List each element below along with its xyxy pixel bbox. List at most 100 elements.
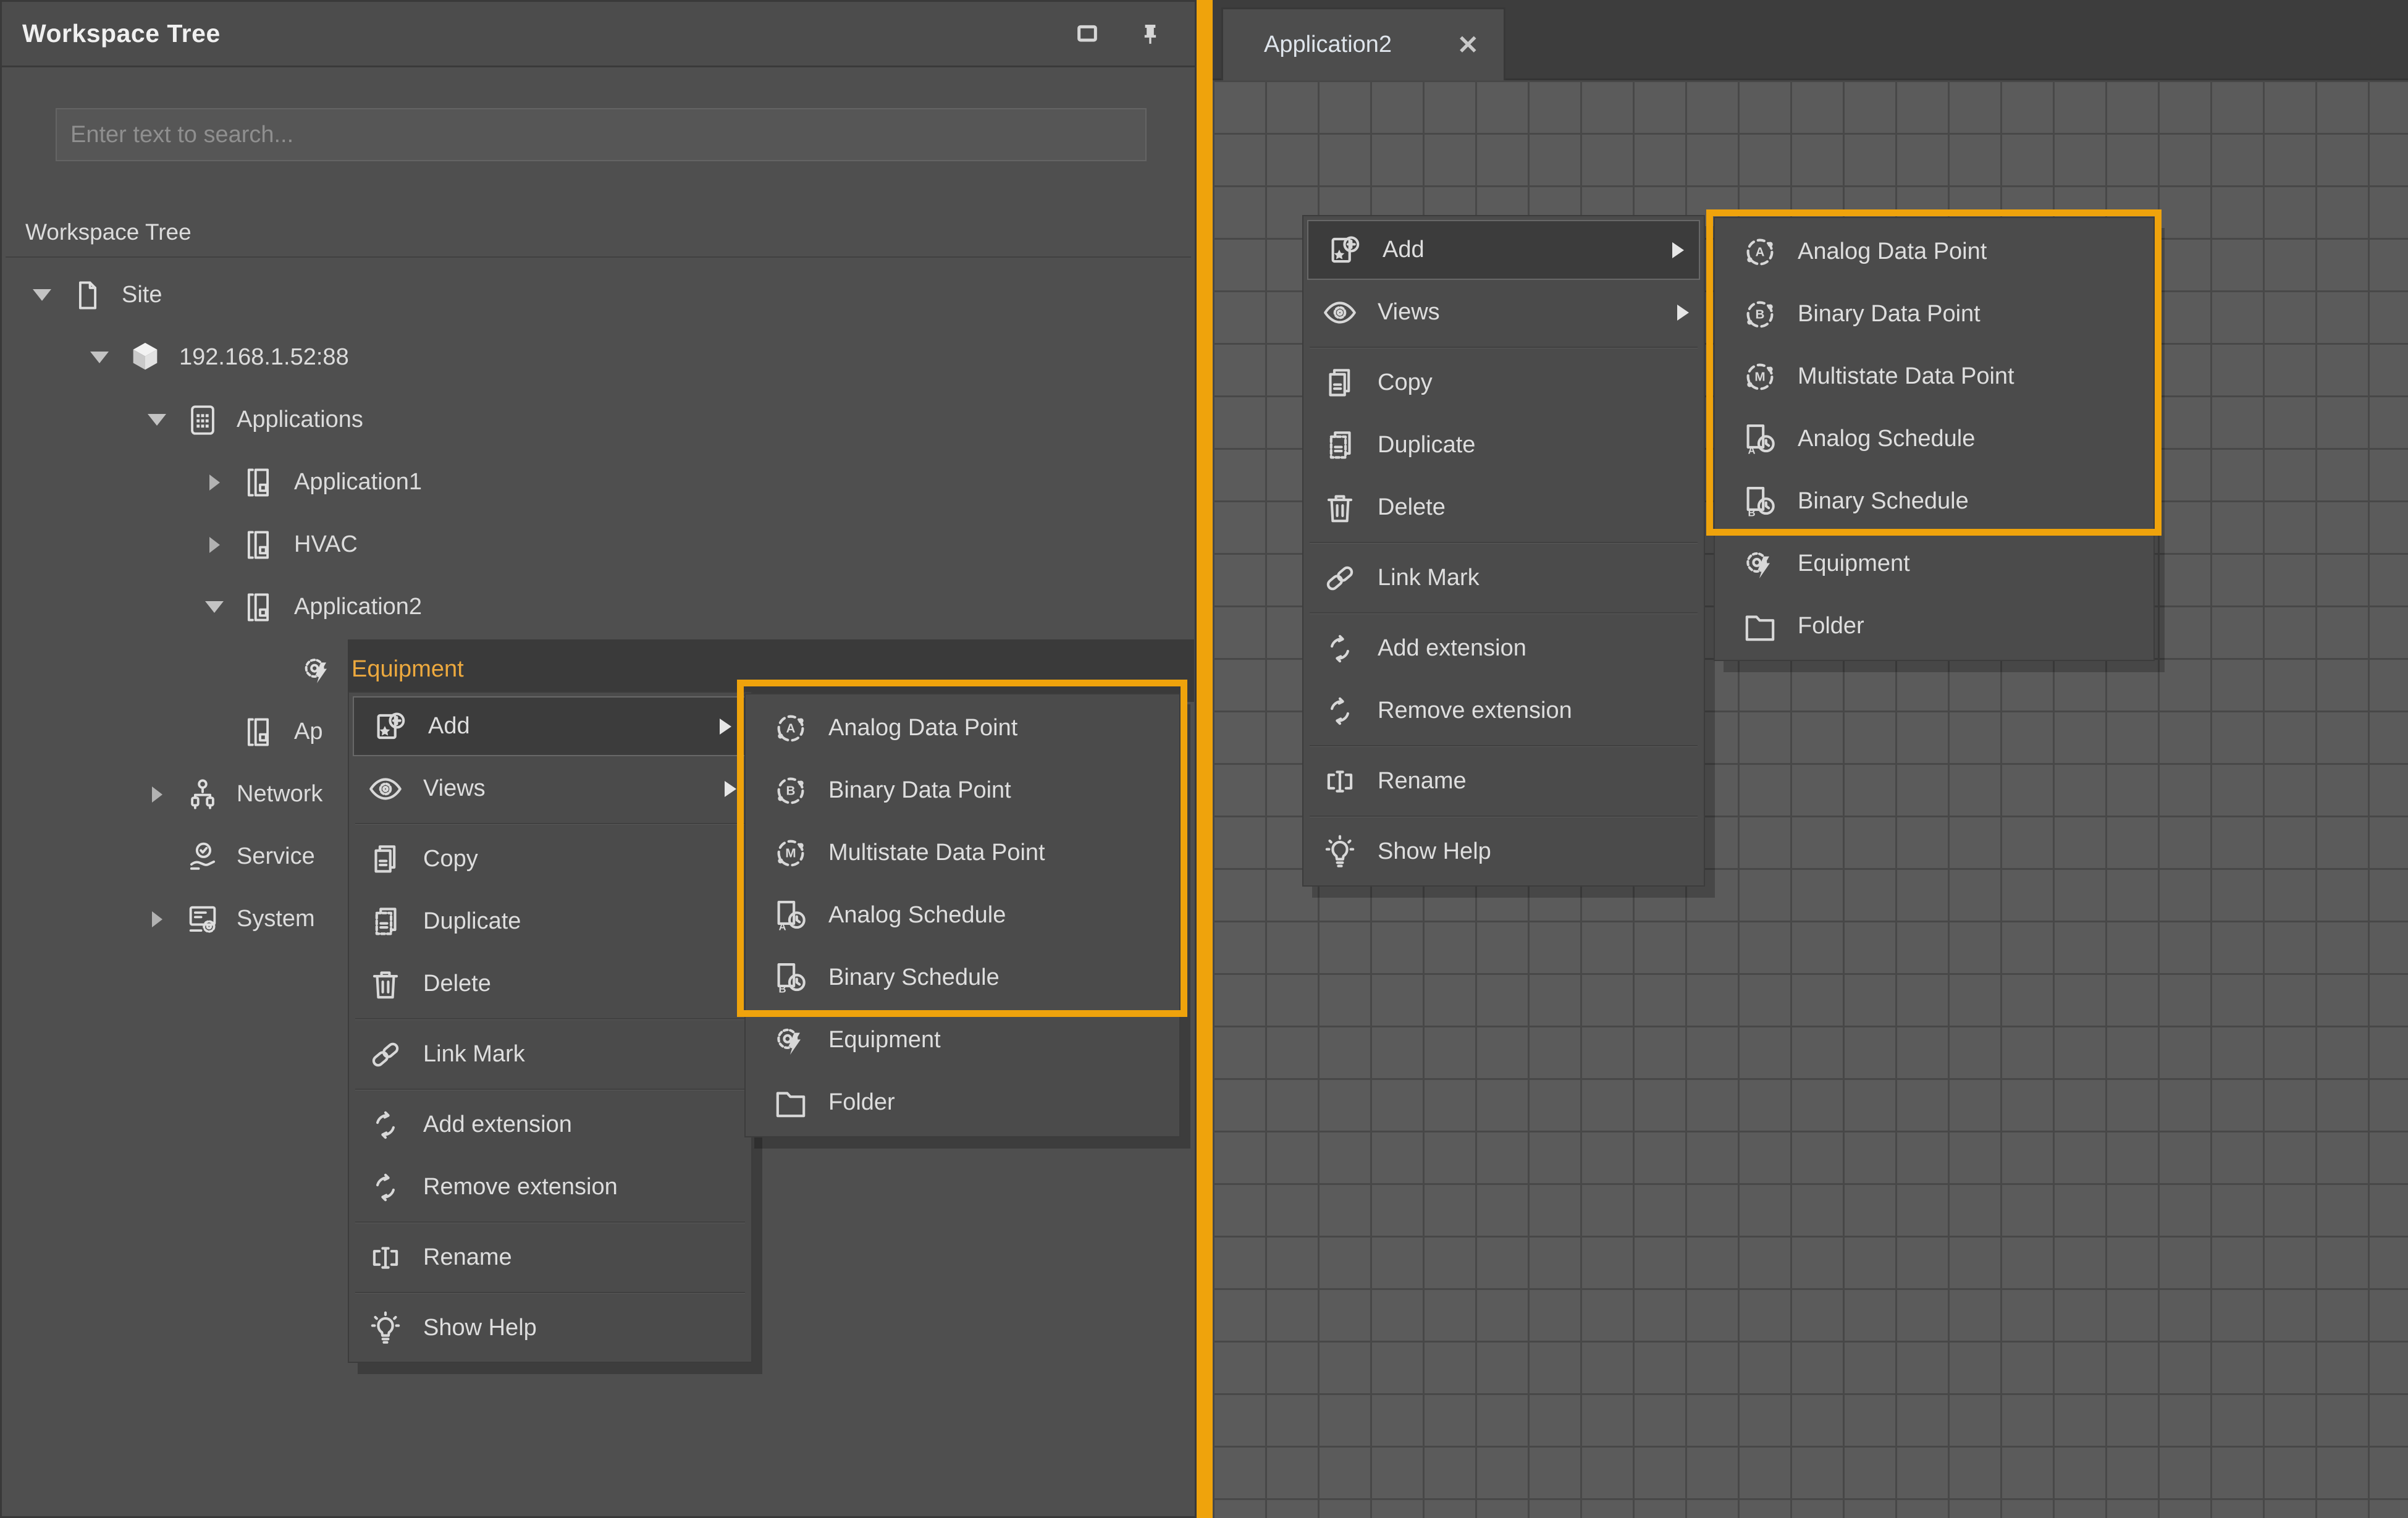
- tree-item-hvac[interactable]: HVAC: [2, 513, 1192, 576]
- tree-item-application2[interactable]: Application2: [2, 576, 1192, 638]
- submenu-item-binary-schedule[interactable]: BBinary Schedule: [1715, 470, 2153, 533]
- expander-down-icon[interactable]: [195, 601, 234, 613]
- submenu-item-label: Equipment: [1798, 550, 1910, 577]
- submenu-item-label: Binary Data Point: [828, 777, 1011, 804]
- menu-item-label: Add extension: [1378, 635, 1526, 662]
- menu-item-label: Remove extension: [1378, 698, 1572, 724]
- views-icon: [1321, 293, 1359, 332]
- menu-item-add-extension[interactable]: Add extension: [1303, 617, 1704, 680]
- submenu-item-binary-data-point[interactable]: BBinary Data Point: [1715, 283, 2153, 345]
- tree-item-label: System: [237, 906, 315, 932]
- tree-item-label: Network: [237, 781, 322, 807]
- submenu-item-equipment[interactable]: Equipment: [746, 1009, 1179, 1071]
- submenu-arrow-icon: [725, 781, 736, 797]
- menu-item-label: Duplicate: [1378, 432, 1475, 458]
- expander-right-icon[interactable]: [138, 786, 176, 803]
- expander-right-icon[interactable]: [195, 537, 234, 553]
- duplicate-icon: [366, 903, 405, 941]
- panel-title: Workspace Tree: [2, 19, 221, 48]
- tab-application2[interactable]: Application2 ✕: [1221, 7, 1505, 80]
- menu-item-views[interactable]: Views: [349, 757, 751, 820]
- menu-item-rename[interactable]: Rename: [349, 1226, 751, 1289]
- submenu-item-analog-data-point[interactable]: AAnalog Data Point: [746, 697, 1179, 759]
- svg-text:A: A: [1756, 245, 1765, 259]
- tree-item-applications[interactable]: Applications: [2, 389, 1192, 451]
- extension-icon: [1321, 630, 1359, 668]
- context-menu: AddViews Copy Duplicate Delete Link Mark Add …: [1302, 215, 1705, 887]
- menu-item-link-mark[interactable]: Link Mark: [1303, 547, 1704, 609]
- expander-down-icon[interactable]: [23, 289, 61, 301]
- app-window: Workspace Tree Workspace Tree Site192.16…: [0, 0, 2408, 1518]
- menu-item-add[interactable]: Add: [353, 696, 747, 756]
- svg-text:B: B: [1756, 307, 1765, 321]
- submenu-item-label: Multistate Data Point: [828, 840, 1045, 866]
- expander-down-icon[interactable]: [80, 352, 119, 363]
- search-input[interactable]: [57, 109, 1145, 160]
- menu-item-add-extension[interactable]: Add extension: [349, 1094, 751, 1156]
- menu-item-show-help[interactable]: Show Help: [349, 1297, 751, 1359]
- search-box[interactable]: [56, 108, 1147, 161]
- menu-separator: [349, 1218, 751, 1226]
- menu-item-delete[interactable]: Delete: [349, 953, 751, 1015]
- expander-right-icon[interactable]: [138, 911, 176, 927]
- submenu-item-binary-data-point[interactable]: BBinary Data Point: [746, 759, 1179, 822]
- menu-item-copy[interactable]: Copy: [349, 828, 751, 890]
- expander-down-icon[interactable]: [138, 414, 176, 426]
- submenu-item-label: Folder: [828, 1089, 895, 1116]
- menu-item-remove-extension[interactable]: Remove extension: [1303, 680, 1704, 742]
- submenu-item-folder[interactable]: Folder: [746, 1071, 1179, 1134]
- network-icon: [185, 777, 221, 812]
- menu-item-label: Add: [428, 713, 470, 740]
- context-menu: Add Views CopyDuplicateDelete Link Mark Add …: [348, 691, 752, 1363]
- menu-item-delete[interactable]: Delete: [1303, 476, 1704, 539]
- window-float-icon[interactable]: [1075, 22, 1100, 46]
- application-icon: [242, 527, 278, 563]
- menu-item-add[interactable]: Add: [1307, 220, 1700, 280]
- submenu-item-label: Binary Schedule: [1798, 488, 1969, 515]
- submenu-item-multistate-data-point[interactable]: MMultistate Data Point: [746, 822, 1179, 884]
- menu-separator: [349, 1289, 751, 1297]
- pin-icon[interactable]: [1138, 22, 1163, 46]
- menu-item-link-mark[interactable]: Link Mark: [349, 1023, 751, 1086]
- menu-item-label: Remove extension: [423, 1174, 618, 1200]
- submenu-item-folder[interactable]: Folder: [1715, 595, 2153, 657]
- add-icon: [1326, 231, 1364, 269]
- tree-item-site[interactable]: Site: [2, 264, 1192, 326]
- extension-icon: [366, 1168, 405, 1207]
- menu-item-duplicate[interactable]: Duplicate: [349, 890, 751, 953]
- svg-text:A: A: [779, 921, 786, 932]
- menu-item-show-help[interactable]: Show Help: [1303, 820, 1704, 883]
- submenu-item-analog-schedule[interactable]: AAnalog Schedule: [746, 884, 1179, 947]
- menu-separator: [1303, 742, 1704, 750]
- folder-icon: [1741, 607, 1779, 646]
- submenu-item-analog-schedule[interactable]: AAnalog Schedule: [1715, 408, 2153, 470]
- tree-item-label: Application1: [294, 469, 422, 495]
- menu-separator: [349, 1086, 751, 1094]
- copy-icon: [366, 840, 405, 879]
- tab-bar: Application2 ✕: [1213, 0, 2408, 80]
- tree-item-application1[interactable]: Application1: [2, 451, 1192, 513]
- menu-item-copy[interactable]: Copy: [1303, 352, 1704, 414]
- tree-item-192-168-1-52-88[interactable]: 192.168.1.52:88: [2, 326, 1192, 389]
- workspace-tree-titlebar: Workspace Tree: [2, 2, 1195, 67]
- triangle-down: [205, 601, 224, 613]
- submenu-item-binary-schedule[interactable]: BBinary Schedule: [746, 947, 1179, 1009]
- binary-schedule-icon: B: [772, 959, 810, 997]
- tab-close-icon[interactable]: ✕: [1457, 32, 1479, 58]
- menu-item-rename[interactable]: Rename: [1303, 750, 1704, 812]
- menu-item-views[interactable]: Views: [1303, 281, 1704, 344]
- menu-item-label: Link Mark: [1378, 565, 1480, 591]
- expander-right-icon[interactable]: [195, 474, 234, 491]
- system-icon: [185, 901, 221, 937]
- submenu-item-analog-data-point[interactable]: AAnalog Data Point: [1715, 221, 2153, 283]
- link-icon: [366, 1035, 405, 1074]
- menu-item-label: Rename: [423, 1244, 512, 1271]
- menu-item-duplicate[interactable]: Duplicate: [1303, 414, 1704, 476]
- delete-icon: [366, 965, 405, 1003]
- submenu-item-equipment[interactable]: Equipment: [1715, 533, 2153, 595]
- submenu-item-multistate-data-point[interactable]: MMultistate Data Point: [1715, 345, 2153, 408]
- analog-data-point-icon: A: [772, 709, 810, 748]
- menu-item-remove-extension[interactable]: Remove extension: [349, 1156, 751, 1218]
- menu-item-label: Show Help: [1378, 838, 1491, 865]
- application-icon: [242, 714, 278, 750]
